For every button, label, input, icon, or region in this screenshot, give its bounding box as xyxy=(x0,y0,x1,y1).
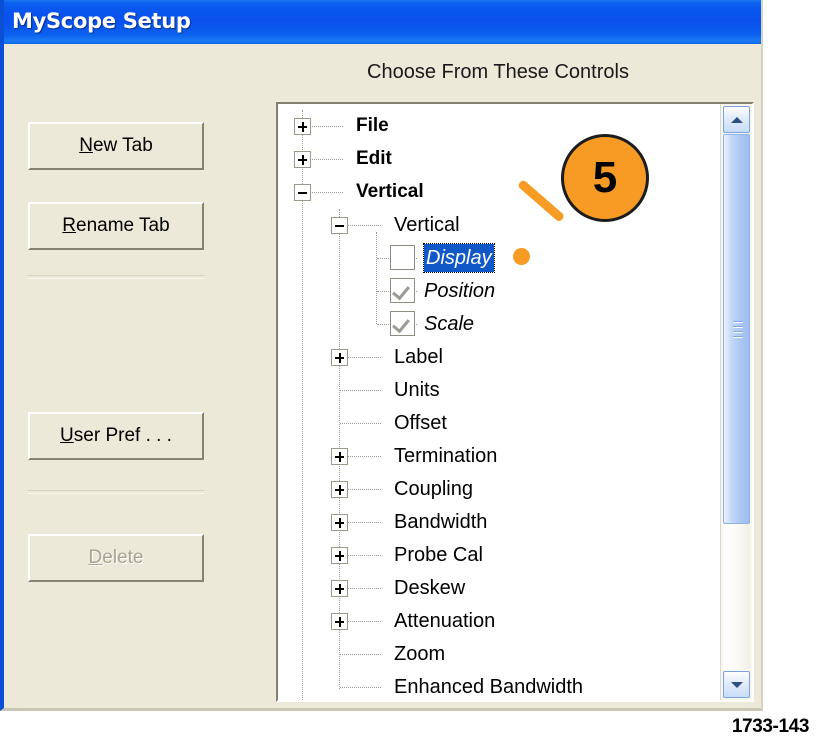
tree-connector-line xyxy=(340,390,381,392)
tree-expand-icon[interactable] xyxy=(331,547,348,564)
tree-collapse-icon[interactable] xyxy=(294,184,311,201)
tree-node-checkbox[interactable] xyxy=(390,311,415,336)
tree-collapse-icon[interactable] xyxy=(331,217,348,234)
new-tab-label-rest: ew Tab xyxy=(92,135,153,156)
choose-controls-label: Choose From These Controls xyxy=(367,61,629,83)
tree-expand-icon[interactable] xyxy=(331,613,348,630)
tree-node-label[interactable]: Vertical xyxy=(394,211,460,239)
tree-node[interactable]: Position xyxy=(278,275,721,308)
tree-node[interactable]: Bandwidth xyxy=(278,506,721,539)
user-pref-accel-char: U xyxy=(60,425,74,446)
tree-expand-icon[interactable] xyxy=(331,481,348,498)
delete-button-label: Delete xyxy=(89,536,144,580)
window-titlebar[interactable]: MyScope Setup xyxy=(4,0,761,44)
tree-node[interactable]: Coupling xyxy=(278,473,721,506)
tree-node-label[interactable]: Offset xyxy=(394,409,447,437)
myscope-setup-window: MyScope Setup Choose From These Controls… xyxy=(0,0,763,711)
delete-accel-char: D xyxy=(88,547,103,568)
tree-connector-line xyxy=(340,423,381,425)
scrollbar-thumb[interactable] xyxy=(723,134,750,524)
tree-node[interactable]: Vertical xyxy=(278,176,721,209)
tree-node-label[interactable]: Vertical xyxy=(356,178,424,206)
tree-expand-icon[interactable] xyxy=(331,514,348,531)
chevron-down-icon xyxy=(730,681,743,688)
new-tab-button[interactable]: New Tab xyxy=(28,122,204,170)
new-tab-accel-char: N xyxy=(79,135,93,156)
tree-node[interactable]: Units xyxy=(278,374,721,407)
tree-node[interactable]: Deskew xyxy=(278,572,721,605)
tree-node[interactable]: Zoom xyxy=(278,638,721,671)
tree-node[interactable]: File xyxy=(278,110,721,143)
user-pref-button-label: User Pref . . . xyxy=(60,414,172,458)
user-pref-button[interactable]: User Pref . . . xyxy=(28,412,204,460)
tree-node-label[interactable]: Edit xyxy=(356,145,392,173)
tree-node-label[interactable]: File xyxy=(356,112,389,140)
tree-node-label[interactable]: Termination xyxy=(394,442,497,470)
tree-node[interactable]: Attenuation xyxy=(278,605,721,638)
chevron-up-icon xyxy=(730,116,743,123)
tree-node[interactable]: Enhanced Bandwidth xyxy=(278,671,721,700)
tree-node-label[interactable]: Attenuation xyxy=(394,607,495,635)
delete-button[interactable]: Delete xyxy=(28,534,204,582)
tree-node-label[interactable]: Zoom xyxy=(394,640,445,668)
tree-node-label[interactable]: Units xyxy=(394,376,440,404)
tree-node[interactable]: Probe Cal xyxy=(278,539,721,572)
tree-node[interactable]: Vertical xyxy=(278,209,721,242)
tree-expand-icon[interactable] xyxy=(331,448,348,465)
tree-expand-icon[interactable] xyxy=(294,151,311,168)
tree-vertical-scrollbar[interactable] xyxy=(720,104,752,700)
scrollbar-up-button[interactable] xyxy=(723,106,750,133)
tree-node[interactable]: Edit xyxy=(278,143,721,176)
tree-node[interactable]: Offset xyxy=(278,407,721,440)
tree-node-label[interactable]: Enhanced Bandwidth xyxy=(394,673,583,700)
tree-node-label[interactable]: Display xyxy=(423,243,495,273)
new-tab-button-label: New Tab xyxy=(79,124,153,168)
controls-tree-panel: File Edit Vertical Vertical Display Position S… xyxy=(276,102,754,702)
tree-node[interactable]: Label xyxy=(278,341,721,374)
tree-connector-line xyxy=(340,654,381,656)
tree-node[interactable]: Termination xyxy=(278,440,721,473)
tree-node-label[interactable]: Position xyxy=(424,277,495,305)
tree-node-label[interactable]: Deskew xyxy=(394,574,465,602)
button-group-separator-1 xyxy=(28,275,204,279)
rename-tab-accel-char: R xyxy=(62,215,77,236)
delete-label-rest: elete xyxy=(102,547,144,568)
tree-node-label[interactable]: Scale xyxy=(424,310,474,338)
user-pref-label-rest: ser Pref . . . xyxy=(73,425,172,446)
rename-tab-button-label: Rename Tab xyxy=(62,204,169,248)
figure-reference-number: 1733-143 xyxy=(731,716,810,737)
window-client-area: Choose From These Controls New Tab Renam… xyxy=(4,44,761,708)
window-title: MyScope Setup xyxy=(12,9,191,33)
rename-tab-button[interactable]: Rename Tab xyxy=(28,202,204,250)
tree-node-label[interactable]: Label xyxy=(394,343,443,371)
tree-node[interactable]: Scale xyxy=(278,308,721,341)
tree-expand-icon[interactable] xyxy=(331,580,348,597)
rename-tab-label-rest: ename Tab xyxy=(76,215,170,236)
tree-expand-icon[interactable] xyxy=(331,349,348,366)
button-group-separator-2 xyxy=(28,490,204,494)
tree-node-checkbox[interactable] xyxy=(390,278,415,303)
tree-node-label[interactable]: Bandwidth xyxy=(394,508,487,536)
tree-node-label[interactable]: Coupling xyxy=(394,475,473,503)
tree-connector-line xyxy=(340,687,381,689)
controls-tree[interactable]: File Edit Vertical Vertical Display Position S… xyxy=(278,104,721,700)
scrollbar-grip-icon xyxy=(733,321,743,338)
scrollbar-down-button[interactable] xyxy=(723,671,750,698)
screenshot-root: MyScope Setup Choose From These Controls… xyxy=(0,0,822,752)
tree-node-label[interactable]: Probe Cal xyxy=(394,541,483,569)
scrollbar-track[interactable] xyxy=(723,134,750,670)
tree-node[interactable]: Display xyxy=(278,242,721,275)
tree-expand-icon[interactable] xyxy=(294,118,311,135)
tree-node-checkbox[interactable] xyxy=(390,245,415,270)
